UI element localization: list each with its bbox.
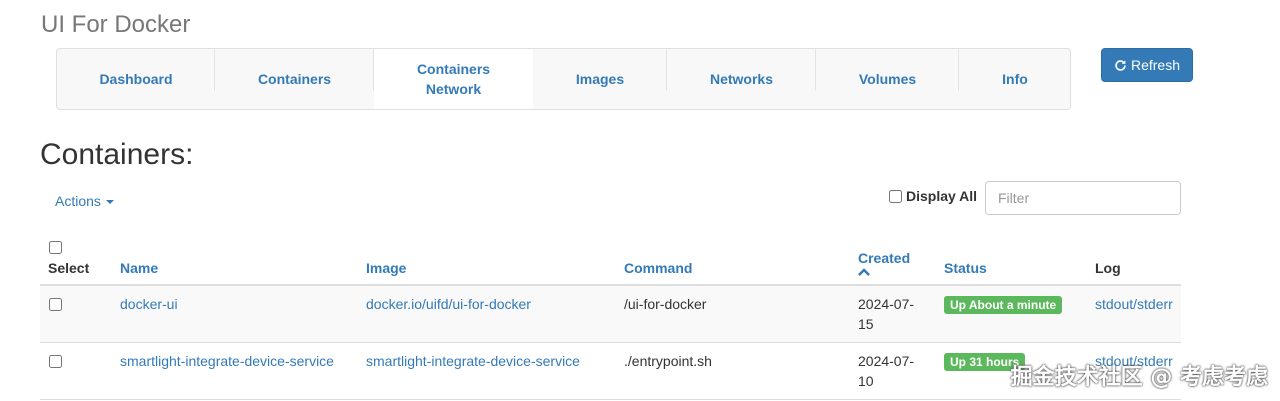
name-header[interactable]: Name <box>112 226 358 286</box>
display-all-label: Display All <box>906 188 978 204</box>
nav-label: Volumes <box>858 71 917 87</box>
status-badge: Up About a minute <box>944 296 1063 314</box>
command-header[interactable]: Command <box>616 226 850 286</box>
select-header-label: Select <box>48 260 90 276</box>
created-header-label: Created <box>858 250 911 266</box>
command-cell: /ui-for-docker <box>616 285 850 343</box>
log-header-label: Log <box>1095 260 1121 276</box>
refresh-icon <box>1115 59 1126 71</box>
created-cell: 2024-07-10 <box>850 342 936 400</box>
refresh-button[interactable]: Refresh <box>1101 48 1193 82</box>
select-header: Select <box>40 226 112 286</box>
nav-volumes[interactable]: Volumes <box>816 49 959 109</box>
container-name-link[interactable]: smartlight-integrate-device-service <box>120 353 334 369</box>
log-cell: stdout/stderr <box>1087 285 1181 343</box>
container-name-link[interactable]: docker-ui <box>120 296 178 312</box>
image-cell: smartlight-integrate-device-service <box>358 342 616 400</box>
nav-networks[interactable]: Networks <box>667 49 816 109</box>
nav-label: Containers Network <box>416 61 491 97</box>
status-cell: Up About a minute <box>936 285 1087 343</box>
name-cell: smartlight-integrate-device-service <box>112 342 358 400</box>
name-header-label: Name <box>120 260 159 276</box>
actions-label: Actions <box>55 193 101 209</box>
sort-up-icon <box>858 268 870 276</box>
command-cell: ./entrypoint.sh <box>616 342 850 400</box>
status-header[interactable]: Status <box>936 226 1087 286</box>
status-header-label: Status <box>944 260 987 276</box>
log-header: Log <box>1087 226 1181 286</box>
created-header[interactable]: Created <box>850 226 936 286</box>
created-cell: 2024-07-15 <box>850 285 936 343</box>
select-all-checkbox[interactable] <box>49 241 62 254</box>
filter-input[interactable] <box>985 181 1181 215</box>
nav-info[interactable]: Info <box>959 49 1071 109</box>
display-all-toggle[interactable]: Display All <box>889 188 977 204</box>
nav-label: Images <box>575 71 625 87</box>
nav-label: Dashboard <box>99 71 173 87</box>
nav-label: Info <box>1002 71 1028 87</box>
nav-containers[interactable]: Containers <box>215 49 374 109</box>
refresh-label: Refresh <box>1130 57 1181 73</box>
nav-containers-network[interactable]: Containers Network <box>374 49 533 109</box>
nav-label: Containers <box>257 71 332 87</box>
image-header-label: Image <box>366 260 407 276</box>
nav-label: Networks <box>709 71 774 87</box>
container-image-link[interactable]: smartlight-integrate-device-service <box>366 353 580 369</box>
log-link[interactable]: stdout/stderr <box>1095 296 1173 312</box>
select-cell <box>40 342 112 400</box>
display-all-checkbox[interactable] <box>889 189 902 203</box>
app-title: UI For Docker <box>41 11 191 38</box>
page-title: Containers: <box>40 138 194 171</box>
row-checkbox[interactable] <box>49 298 62 311</box>
table-header-row: Select Name Image Command Created Status… <box>40 226 1181 286</box>
row-checkbox[interactable] <box>49 355 62 368</box>
image-header[interactable]: Image <box>358 226 616 286</box>
table-row: docker-ui docker.io/uifd/ui-for-docker /… <box>40 285 1181 343</box>
actions-dropdown[interactable]: Actions <box>55 193 114 209</box>
command-header-label: Command <box>624 260 693 276</box>
container-image-link[interactable]: docker.io/uifd/ui-for-docker <box>366 296 531 312</box>
nav-dashboard[interactable]: Dashboard <box>57 49 215 109</box>
name-cell: docker-ui <box>112 285 358 343</box>
caret-down-icon <box>105 200 114 204</box>
main-nav: Dashboard Containers Containers Network … <box>56 48 1071 110</box>
image-cell: docker.io/uifd/ui-for-docker <box>358 285 616 343</box>
select-cell <box>40 285 112 343</box>
watermark-text: 掘金技术社区 @ 考虑考虑 <box>1010 365 1268 390</box>
nav-images[interactable]: Images <box>533 49 667 109</box>
